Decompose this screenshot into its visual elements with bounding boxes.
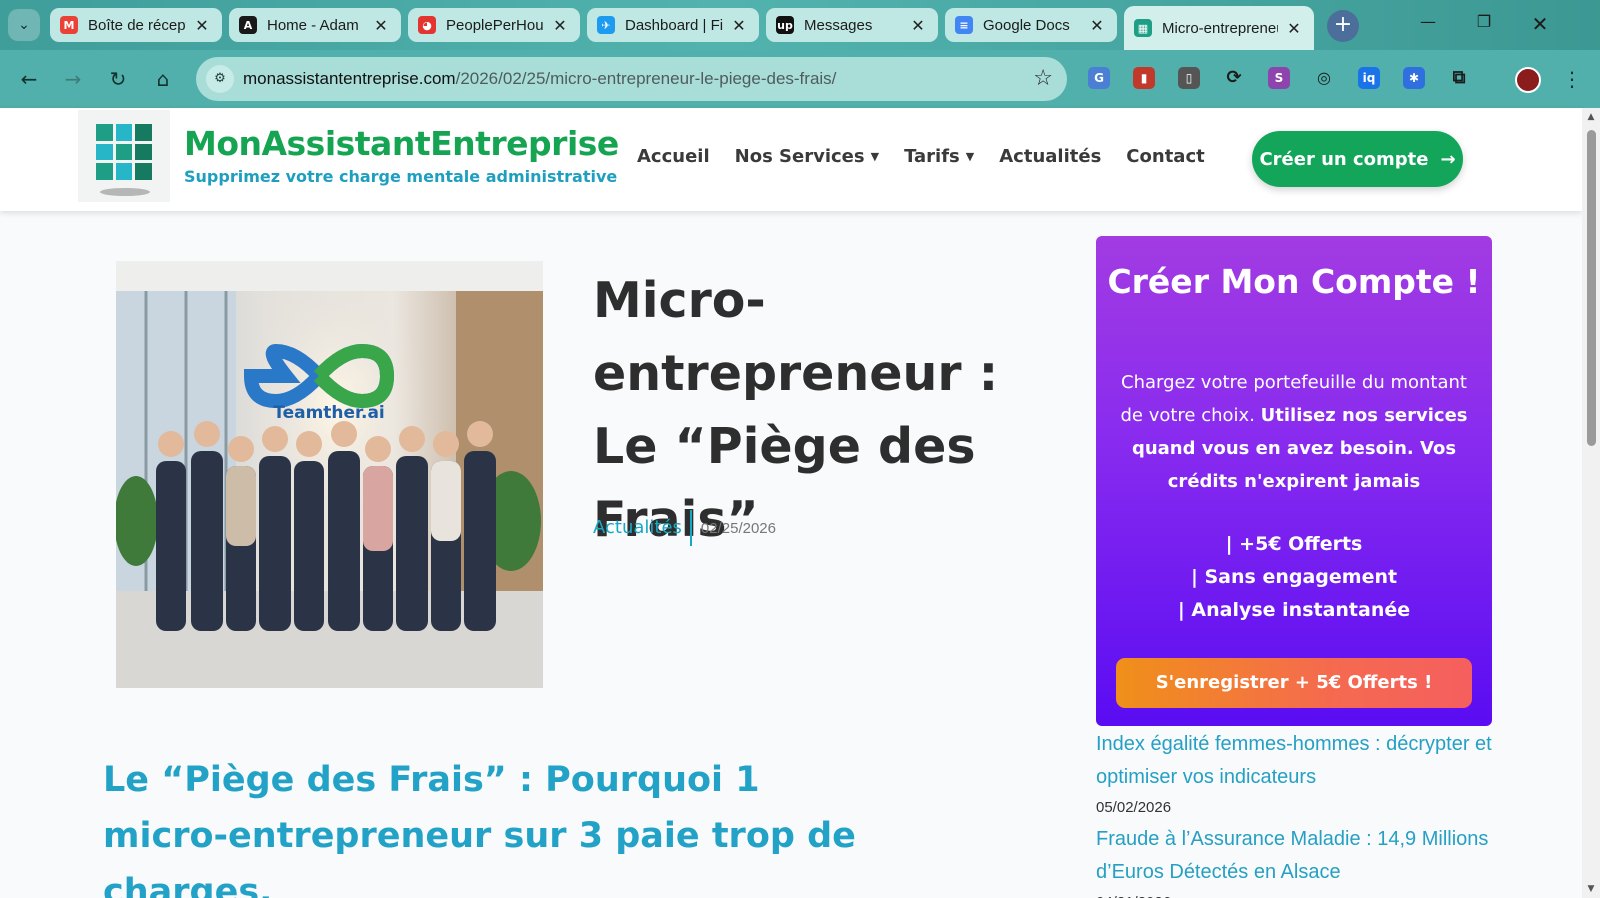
nav-item[interactable]: Nos Services ▼ — [735, 146, 879, 167]
article-section-heading: Le “Piège des Frais” : Pourquoi 1 micro-… — [103, 760, 856, 898]
browser-toolbar: ← → ↻ ⌂ ⚙ monassistantentreprise.com/202… — [0, 50, 1600, 108]
back-icon[interactable]: ← — [14, 64, 44, 94]
brand-tagline: Supprimez votre charge mentale administr… — [184, 167, 618, 186]
recent-posts-list: Index égalité femmes-hommes : décrypter … — [1096, 728, 1506, 898]
anthropic-icon: A — [239, 16, 257, 34]
browser-tab[interactable]: ▦ Micro-entrepreneur ✕ — [1124, 6, 1314, 50]
register-button[interactable]: S'enregistrer + 5€ Offerts ! — [1116, 658, 1472, 708]
browser-tab[interactable]: A Home - Adam ✕ — [229, 8, 401, 42]
recent-post-item: Fraude à l’Assurance Maladie : 14,9 Mill… — [1096, 823, 1506, 898]
upwork-icon: up — [776, 16, 794, 34]
recent-post-link[interactable]: Fraude à l’Assurance Maladie : 14,9 Mill… — [1096, 823, 1506, 889]
article-featured-image: Teamther.ai — [116, 261, 543, 688]
recent-post-item: Index égalité femmes-hommes : décrypter … — [1096, 728, 1506, 821]
nav-item[interactable]: Accueil — [637, 146, 710, 167]
google-docs-icon: ≡ — [955, 16, 973, 34]
close-window-icon[interactable]: ✕ — [1522, 12, 1558, 38]
close-tab-icon[interactable]: ✕ — [550, 16, 570, 35]
close-tab-icon[interactable]: ✕ — [729, 16, 749, 35]
recent-post-link[interactable]: Index égalité femmes-hommes : décrypter … — [1096, 728, 1506, 794]
home-icon[interactable]: ⌂ — [148, 64, 178, 94]
site-header: MonAssistantEntreprise Supprimez votre c… — [0, 108, 1582, 211]
browser-tab[interactable]: ✈Dashboard | Fiverr✕ — [587, 8, 759, 42]
browser-tab[interactable]: ≡ Google Docs ✕ — [945, 8, 1117, 42]
site-logo-icon: ▦ — [1134, 19, 1152, 37]
close-tab-icon[interactable]: ✕ — [371, 16, 391, 35]
promo-description: Chargez votre portefeuille du montant de… — [1120, 372, 1468, 492]
nav-item[interactable]: Tarifs ▼ — [904, 146, 974, 167]
close-tab-icon[interactable]: ✕ — [908, 16, 928, 35]
forward-icon[interactable]: → — [58, 64, 88, 94]
site-logo[interactable] — [78, 110, 170, 202]
tab-strip: ⌄ MBoîte de réception✕AHome - Adam✕◕Peop… — [0, 0, 1600, 50]
close-tab-icon[interactable]: ✕ — [1087, 16, 1107, 35]
restore-icon[interactable]: ❐ — [1466, 12, 1502, 38]
browser-tab[interactable]: ◕ PeoplePerHour ✕ — [408, 8, 580, 42]
peopleperhour-icon: ◕ — [418, 16, 436, 34]
promo-perk: | +5€ Offerts — [1225, 533, 1363, 555]
minimize-icon[interactable]: — — [1410, 12, 1446, 38]
scroll-thumb[interactable] — [1587, 130, 1596, 446]
gmail-icon: M — [60, 16, 78, 34]
create-account-button[interactable]: Créer un compte → — [1252, 131, 1463, 187]
address-bar[interactable]: ⚙ monassistantentreprise.com/2026/02/25/… — [196, 57, 1067, 101]
browser-tab[interactable]: up Messages ✕ — [766, 8, 938, 42]
article-category-link[interactable]: Actualités — [593, 510, 692, 546]
s-extension-icon[interactable]: S — [1268, 67, 1290, 89]
caret-down-icon: ▼ — [870, 150, 880, 163]
reload-icon[interactable]: ↻ — [103, 64, 133, 94]
recent-post-date: 05/02/2026 — [1096, 799, 1172, 816]
recorder-extension-icon[interactable]: ◎ — [1313, 67, 1335, 89]
close-tab-icon[interactable]: ✕ — [192, 16, 212, 35]
arrow-right-icon: → — [1440, 148, 1456, 170]
close-tab-icon[interactable]: ✕ — [1284, 19, 1304, 38]
page-scrollbar[interactable]: ▲ ▼ — [1582, 108, 1600, 898]
url-text[interactable]: monassistantentreprise.com/2026/02/25/mi… — [243, 69, 836, 89]
main-nav: Accueil Nos Services ▼ Tarifs ▼ Actualités Con… — [637, 146, 1230, 167]
browser-menu-icon[interactable]: ⋮ — [1562, 64, 1582, 94]
article-date: 02/25/2026 — [700, 519, 776, 537]
translate-extension-icon[interactable]: G — [1088, 67, 1110, 89]
site-info-icon[interactable]: ⚙ — [206, 65, 234, 93]
promo-perk: | Sans engagement — [1190, 566, 1398, 588]
bird-icon: ✈ — [597, 16, 615, 34]
browser-tab[interactable]: MBoîte de réception✕ — [50, 8, 222, 42]
svg-text:Teamther.ai: Teamther.ai — [273, 403, 385, 423]
book-extension-icon[interactable]: ▮ — [1133, 67, 1155, 89]
sync-extension-icon[interactable]: ⟳ — [1223, 67, 1245, 89]
promo-perks: | +5€ Offerts | Sans engagement | Analyse … — [1096, 528, 1492, 627]
profile-avatar[interactable] — [1515, 67, 1541, 93]
snowflake-extension-icon[interactable]: ✱ — [1403, 67, 1425, 89]
phone-extension-icon[interactable]: ▯ — [1178, 67, 1200, 89]
promo-perk: | Analyse instantanée — [1177, 599, 1411, 621]
team-photo-illustration: Teamther.ai — [116, 261, 543, 688]
iq-extension-icon[interactable]: iq — [1358, 67, 1380, 89]
scroll-down-arrow-icon[interactable]: ▼ — [1582, 884, 1600, 894]
promo-card: Créer Mon Compte ! Chargez votre portefe… — [1096, 236, 1492, 726]
recent-post-date: 04/21/2026 — [1096, 889, 1506, 898]
scroll-up-arrow-icon[interactable]: ▲ — [1582, 112, 1600, 122]
promo-title: Créer Mon Compte ! — [1107, 262, 1481, 301]
tab-search-chevron-icon[interactable]: ⌄ — [8, 9, 40, 41]
nav-item[interactable]: Actualités — [999, 146, 1101, 167]
caret-down-icon: ▼ — [965, 150, 975, 163]
article-meta: Actualités 02/25/2026 — [593, 510, 776, 546]
new-tab-button[interactable]: + — [1327, 10, 1359, 42]
brand-name[interactable]: MonAssistantEntreprise — [184, 124, 619, 163]
bookmark-star-icon[interactable]: ☆ — [1033, 66, 1053, 91]
extensions-puzzle-icon[interactable]: ⧉ — [1448, 67, 1470, 89]
logo-grid-icon — [96, 124, 152, 180]
nav-item[interactable]: Contact — [1126, 146, 1204, 167]
